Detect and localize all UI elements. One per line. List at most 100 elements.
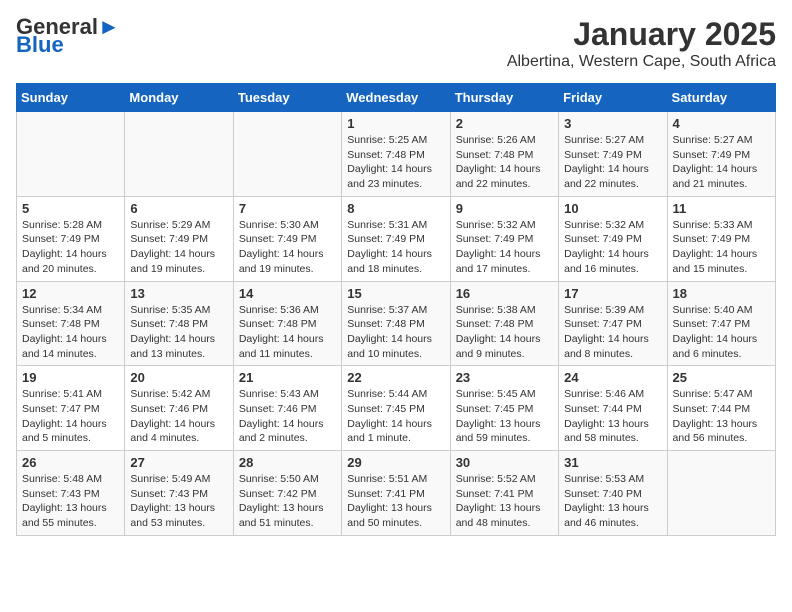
- calendar-cell: [125, 112, 233, 197]
- calendar-cell: 3 Sunrise: 5:27 AM Sunset: 7:49 PM Daylig…: [559, 112, 667, 197]
- day-info: Sunrise: 5:50 AM Sunset: 7:42 PM Dayligh…: [239, 472, 336, 531]
- calendar-cell: 12Sunrise: 5:34 AM Sunset: 7:48 PM Dayli…: [17, 281, 125, 366]
- day-number: 22: [347, 370, 444, 385]
- day-info: Sunrise: 5:40 AM Sunset: 7:47 PM Dayligh…: [673, 303, 770, 362]
- day-number: 15: [347, 286, 444, 301]
- header-friday: Friday: [559, 84, 667, 112]
- calendar-cell: 31 Sunrise: 5:53 AM Sunset: 7:40 PM Dayli…: [559, 451, 667, 536]
- calendar-cell: 16 Sunrise: 5:38 AM Sunset: 7:48 PM Dayli…: [450, 281, 558, 366]
- day-number: 11: [673, 201, 770, 216]
- day-info: Sunrise: 5:30 AM Sunset: 7:49 PM Dayligh…: [239, 218, 336, 277]
- day-info: Sunrise: 5:49 AM Sunset: 7:43 PM Dayligh…: [130, 472, 227, 531]
- calendar-body: 1 Sunrise: 5:25 AM Sunset: 7:48 PM Daylig…: [17, 112, 776, 536]
- day-number: 27: [130, 455, 227, 470]
- day-number: 31: [564, 455, 661, 470]
- calendar-cell: 22Sunrise: 5:44 AM Sunset: 7:45 PM Dayli…: [342, 366, 450, 451]
- week-row-1: 5 Sunrise: 5:28 AM Sunset: 7:49 PM Daylig…: [17, 196, 776, 281]
- calendar-cell: 26 Sunrise: 5:48 AM Sunset: 7:43 PM Dayli…: [17, 451, 125, 536]
- calendar-cell: 19 Sunrise: 5:41 AM Sunset: 7:47 PM Dayli…: [17, 366, 125, 451]
- calendar-cell: 29Sunrise: 5:51 AM Sunset: 7:41 PM Dayli…: [342, 451, 450, 536]
- day-number: 13: [130, 286, 227, 301]
- day-number: 30: [456, 455, 553, 470]
- calendar-cell: 15Sunrise: 5:37 AM Sunset: 7:48 PM Dayli…: [342, 281, 450, 366]
- calendar-cell: 2 Sunrise: 5:26 AM Sunset: 7:48 PM Daylig…: [450, 112, 558, 197]
- day-info: Sunrise: 5:25 AM Sunset: 7:48 PM Dayligh…: [347, 133, 444, 192]
- month-title: January 2025: [507, 16, 776, 53]
- calendar-cell: 25Sunrise: 5:47 AM Sunset: 7:44 PM Dayli…: [667, 366, 775, 451]
- day-info: Sunrise: 5:43 AM Sunset: 7:46 PM Dayligh…: [239, 387, 336, 446]
- day-info: Sunrise: 5:53 AM Sunset: 7:40 PM Dayligh…: [564, 472, 661, 531]
- logo-blue-text: Blue: [16, 34, 120, 56]
- day-info: Sunrise: 5:38 AM Sunset: 7:48 PM Dayligh…: [456, 303, 553, 362]
- day-info: Sunrise: 5:33 AM Sunset: 7:49 PM Dayligh…: [673, 218, 770, 277]
- day-number: 23: [456, 370, 553, 385]
- week-row-2: 12Sunrise: 5:34 AM Sunset: 7:48 PM Dayli…: [17, 281, 776, 366]
- week-row-3: 19 Sunrise: 5:41 AM Sunset: 7:47 PM Dayli…: [17, 366, 776, 451]
- day-number: 28: [239, 455, 336, 470]
- calendar-cell: 1 Sunrise: 5:25 AM Sunset: 7:48 PM Daylig…: [342, 112, 450, 197]
- header-wednesday: Wednesday: [342, 84, 450, 112]
- day-number: 14: [239, 286, 336, 301]
- day-number: 21: [239, 370, 336, 385]
- day-number: 24: [564, 370, 661, 385]
- calendar-cell: 20Sunrise: 5:42 AM Sunset: 7:46 PM Dayli…: [125, 366, 233, 451]
- day-number: 6: [130, 201, 227, 216]
- day-info: Sunrise: 5:47 AM Sunset: 7:44 PM Dayligh…: [673, 387, 770, 446]
- calendar-cell: 7Sunrise: 5:30 AM Sunset: 7:49 PM Daylig…: [233, 196, 341, 281]
- day-info: Sunrise: 5:32 AM Sunset: 7:49 PM Dayligh…: [564, 218, 661, 277]
- day-number: 10: [564, 201, 661, 216]
- calendar-cell: 4Sunrise: 5:27 AM Sunset: 7:49 PM Daylig…: [667, 112, 775, 197]
- logo: General► Blue: [16, 16, 120, 56]
- calendar-cell: [667, 451, 775, 536]
- title-block: January 2025 Albertina, Western Cape, So…: [507, 16, 776, 71]
- day-info: Sunrise: 5:27 AM Sunset: 7:49 PM Dayligh…: [673, 133, 770, 192]
- day-info: Sunrise: 5:41 AM Sunset: 7:47 PM Dayligh…: [22, 387, 119, 446]
- calendar-cell: 24Sunrise: 5:46 AM Sunset: 7:44 PM Dayli…: [559, 366, 667, 451]
- calendar-cell: 23 Sunrise: 5:45 AM Sunset: 7:45 PM Dayli…: [450, 366, 558, 451]
- calendar-cell: 17Sunrise: 5:39 AM Sunset: 7:47 PM Dayli…: [559, 281, 667, 366]
- calendar-cell: 5 Sunrise: 5:28 AM Sunset: 7:49 PM Daylig…: [17, 196, 125, 281]
- header-tuesday: Tuesday: [233, 84, 341, 112]
- location-text: Albertina, Western Cape, South Africa: [507, 53, 776, 71]
- day-info: Sunrise: 5:32 AM Sunset: 7:49 PM Dayligh…: [456, 218, 553, 277]
- day-info: Sunrise: 5:35 AM Sunset: 7:48 PM Dayligh…: [130, 303, 227, 362]
- calendar-cell: 21 Sunrise: 5:43 AM Sunset: 7:46 PM Dayli…: [233, 366, 341, 451]
- day-info: Sunrise: 5:27 AM Sunset: 7:49 PM Dayligh…: [564, 133, 661, 192]
- day-info: Sunrise: 5:29 AM Sunset: 7:49 PM Dayligh…: [130, 218, 227, 277]
- day-number: 26: [22, 455, 119, 470]
- calendar-cell: 28 Sunrise: 5:50 AM Sunset: 7:42 PM Dayli…: [233, 451, 341, 536]
- day-info: Sunrise: 5:42 AM Sunset: 7:46 PM Dayligh…: [130, 387, 227, 446]
- day-info: Sunrise: 5:28 AM Sunset: 7:49 PM Dayligh…: [22, 218, 119, 277]
- header-sunday: Sunday: [17, 84, 125, 112]
- calendar-cell: 14 Sunrise: 5:36 AM Sunset: 7:48 PM Dayli…: [233, 281, 341, 366]
- day-info: Sunrise: 5:48 AM Sunset: 7:43 PM Dayligh…: [22, 472, 119, 531]
- day-number: 3: [564, 116, 661, 131]
- day-number: 18: [673, 286, 770, 301]
- calendar-cell: 10 Sunrise: 5:32 AM Sunset: 7:49 PM Dayli…: [559, 196, 667, 281]
- calendar-cell: [17, 112, 125, 197]
- day-info: Sunrise: 5:39 AM Sunset: 7:47 PM Dayligh…: [564, 303, 661, 362]
- calendar-cell: 6 Sunrise: 5:29 AM Sunset: 7:49 PM Daylig…: [125, 196, 233, 281]
- day-info: Sunrise: 5:36 AM Sunset: 7:48 PM Dayligh…: [239, 303, 336, 362]
- header-saturday: Saturday: [667, 84, 775, 112]
- calendar-cell: 9 Sunrise: 5:32 AM Sunset: 7:49 PM Daylig…: [450, 196, 558, 281]
- calendar-cell: 30Sunrise: 5:52 AM Sunset: 7:41 PM Dayli…: [450, 451, 558, 536]
- page-header: General► Blue January 2025 Albertina, We…: [16, 16, 776, 71]
- day-number: 16: [456, 286, 553, 301]
- day-number: 9: [456, 201, 553, 216]
- calendar-header-row: SundayMondayTuesdayWednesdayThursdayFrid…: [17, 84, 776, 112]
- day-number: 2: [456, 116, 553, 131]
- header-monday: Monday: [125, 84, 233, 112]
- day-info: Sunrise: 5:45 AM Sunset: 7:45 PM Dayligh…: [456, 387, 553, 446]
- day-number: 5: [22, 201, 119, 216]
- day-number: 19: [22, 370, 119, 385]
- day-number: 12: [22, 286, 119, 301]
- calendar-cell: 13 Sunrise: 5:35 AM Sunset: 7:48 PM Dayli…: [125, 281, 233, 366]
- calendar-cell: 8Sunrise: 5:31 AM Sunset: 7:49 PM Daylig…: [342, 196, 450, 281]
- week-row-4: 26 Sunrise: 5:48 AM Sunset: 7:43 PM Dayli…: [17, 451, 776, 536]
- calendar-table: SundayMondayTuesdayWednesdayThursdayFrid…: [16, 83, 776, 536]
- day-number: 1: [347, 116, 444, 131]
- day-info: Sunrise: 5:26 AM Sunset: 7:48 PM Dayligh…: [456, 133, 553, 192]
- day-number: 8: [347, 201, 444, 216]
- day-info: Sunrise: 5:51 AM Sunset: 7:41 PM Dayligh…: [347, 472, 444, 531]
